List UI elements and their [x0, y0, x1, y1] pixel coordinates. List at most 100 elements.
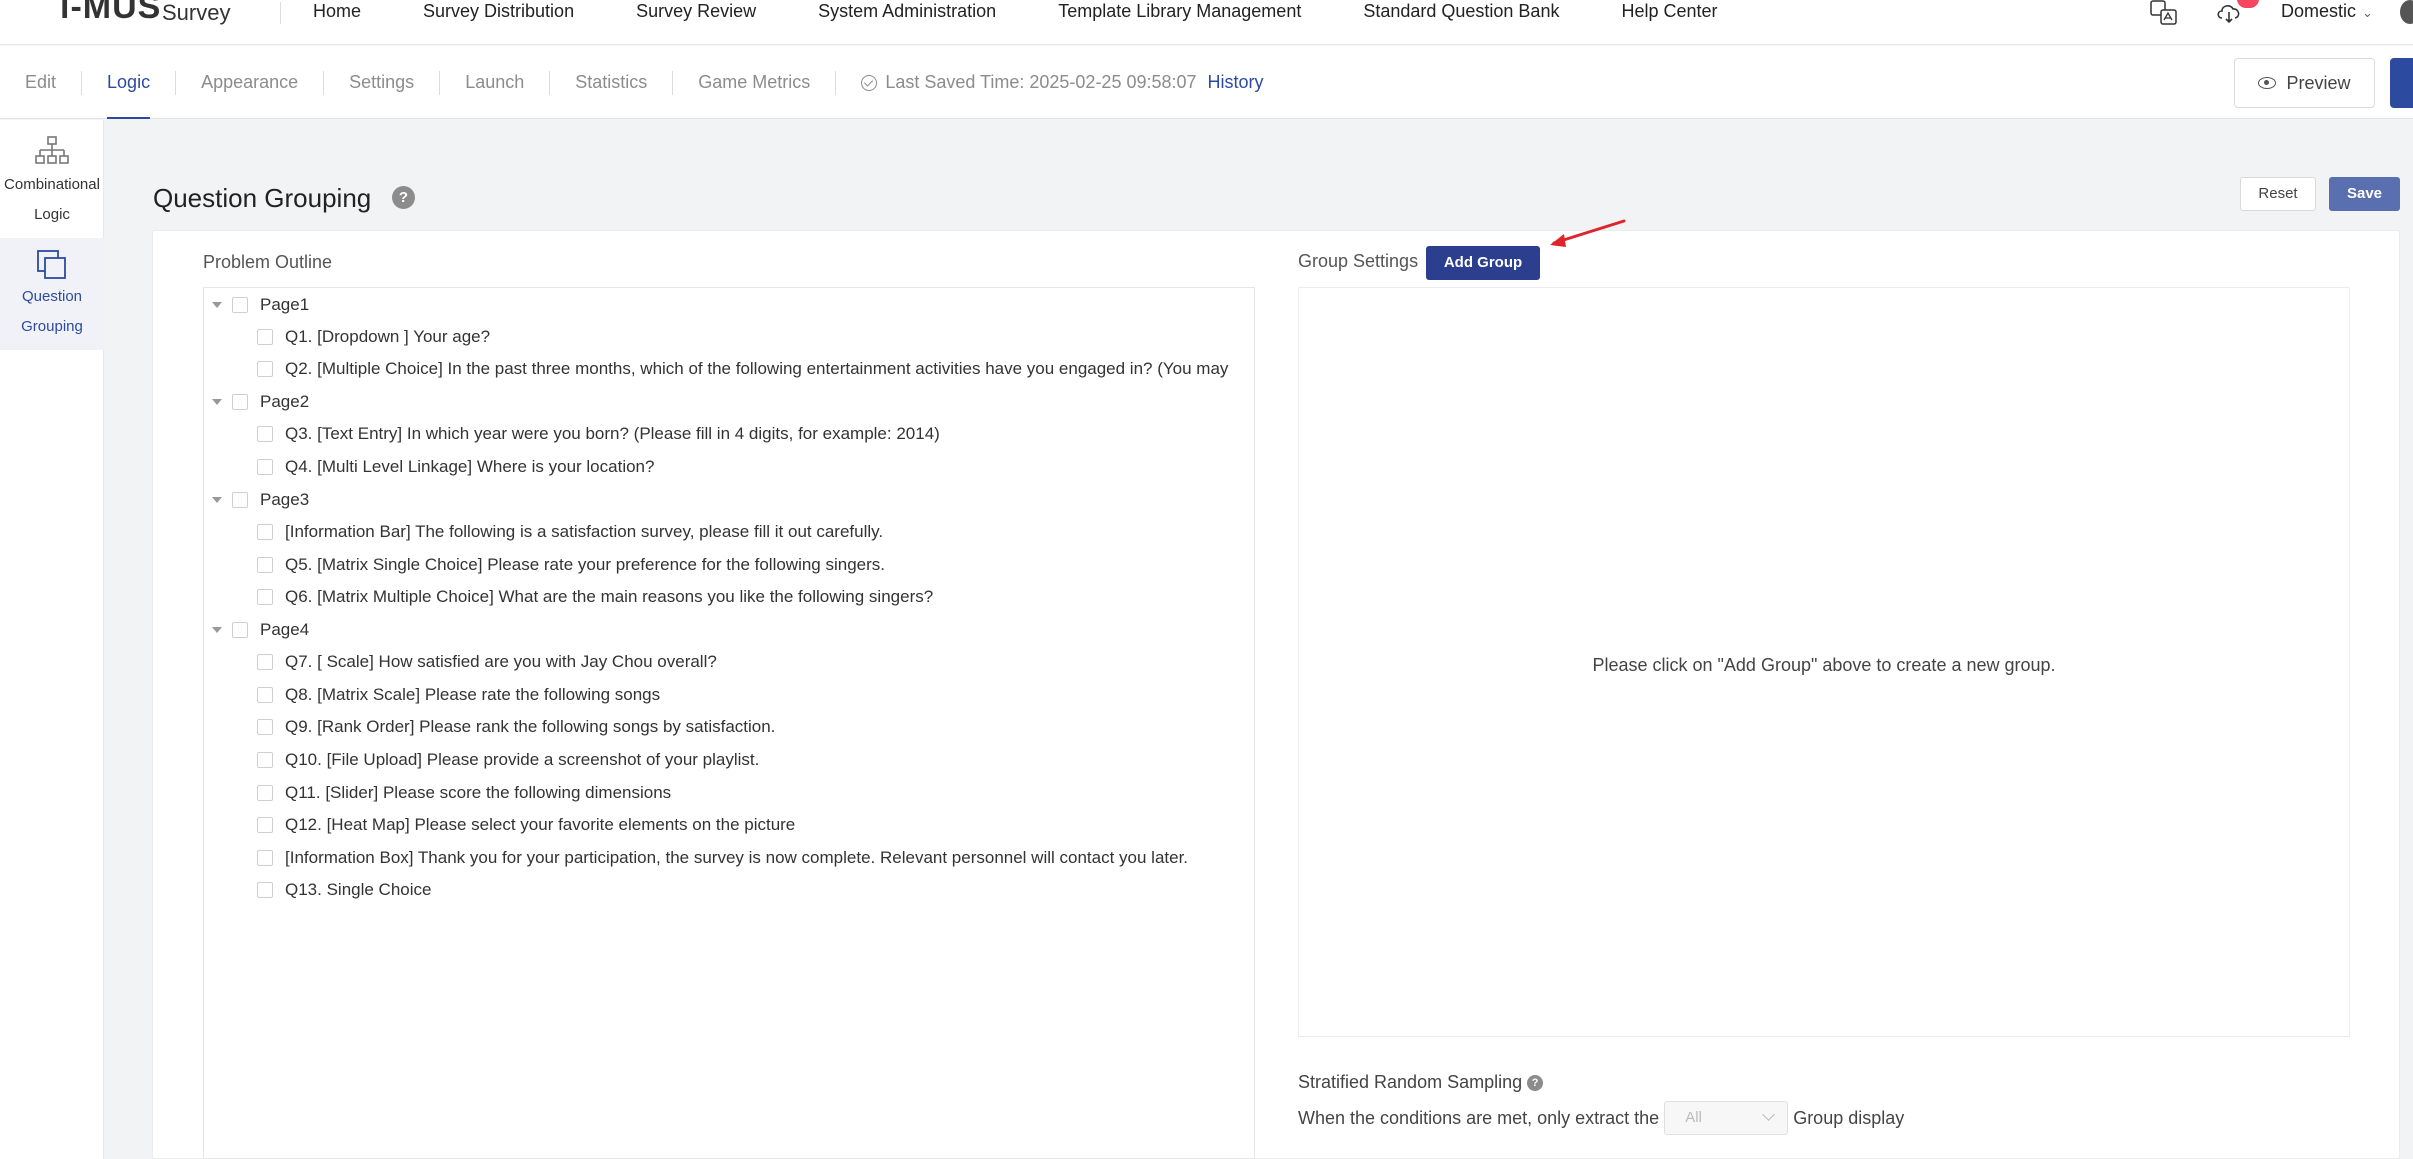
logo-text: i-MUS	[60, 0, 162, 26]
publish-button[interactable]	[2390, 58, 2413, 108]
question-label: Q11. [Slider] Please score the following…	[285, 783, 672, 802]
tree-page-node[interactable]: Page4	[212, 614, 309, 646]
question-checkbox[interactable]	[257, 557, 273, 573]
sidebar-label-line1: Combinational	[4, 176, 100, 193]
page-checkbox[interactable]	[232, 297, 248, 313]
empty-state-message: Please click on "Add Group" above to cre…	[1592, 655, 2056, 675]
tree-question-node[interactable]: Q13. Single Choice	[257, 874, 431, 906]
question-checkbox[interactable]	[257, 850, 273, 866]
caret-down-icon[interactable]	[212, 399, 222, 405]
nav-home[interactable]: Home	[313, 1, 361, 22]
question-checkbox[interactable]	[257, 817, 273, 833]
editor-tabs: Edit Logic Appearance Settings Launch St…	[0, 46, 1264, 119]
question-label: Q13. Single Choice	[285, 880, 432, 899]
nav-system-administration[interactable]: System Administration	[818, 1, 996, 22]
caret-down-icon[interactable]	[212, 497, 222, 503]
nav-divider	[280, 2, 281, 24]
caret-down-icon[interactable]	[212, 302, 222, 308]
question-checkbox[interactable]	[257, 687, 273, 703]
chevron-down-icon: ⌄	[2362, 5, 2373, 20]
question-checkbox[interactable]	[257, 426, 273, 442]
question-checkbox[interactable]	[257, 589, 273, 605]
question-label: Q3. [Text Entry] In which year were you …	[285, 424, 940, 443]
tree-question-node[interactable]: Q2. [Multiple Choice] In the past three …	[257, 353, 1228, 385]
caret-down-icon[interactable]	[212, 627, 222, 633]
question-label: Q12. [Heat Map] Please select your favor…	[285, 815, 796, 834]
stratified-sampling-label: Stratified Random Sampling ?	[1298, 1072, 1544, 1093]
page-title: Page3	[260, 490, 310, 509]
region-label: Domestic	[2281, 1, 2357, 21]
save-button[interactable]: Save	[2329, 177, 2400, 211]
sidebar-item-combinational-logic[interactable]: Combinational Logic	[0, 132, 104, 238]
chevron-down-icon	[1762, 1108, 1776, 1121]
page-checkbox[interactable]	[232, 492, 248, 508]
add-group-button[interactable]: Add Group	[1426, 246, 1540, 280]
tree-question-node[interactable]: Q1. [Dropdown ] Your age?	[257, 321, 490, 353]
condition-suffix: Group display	[1793, 1107, 1905, 1128]
question-checkbox[interactable]	[257, 524, 273, 540]
tree-question-node[interactable]: [Information Bar] The following is a sat…	[257, 516, 883, 548]
help-icon[interactable]: ?	[392, 186, 415, 209]
tree-question-node[interactable]: [Information Box] Thank you for your par…	[257, 842, 1188, 874]
tree-question-node[interactable]: Q12. [Heat Map] Please select your favor…	[257, 809, 795, 841]
page-checkbox[interactable]	[232, 394, 248, 410]
question-checkbox[interactable]	[257, 361, 273, 377]
sidebar-item-question-grouping[interactable]: Question Grouping	[0, 238, 104, 350]
question-checkbox[interactable]	[257, 719, 273, 735]
question-label: Q4. [Multi Level Linkage] Where is your …	[285, 457, 655, 476]
tree-question-node[interactable]: Q5. [Matrix Single Choice] Please rate y…	[257, 549, 885, 581]
nav-standard-question-bank[interactable]: Standard Question Bank	[1363, 1, 1559, 22]
tab-launch[interactable]: Launch	[440, 46, 549, 119]
problem-outline-label: Problem Outline	[203, 252, 333, 272]
page-checkbox[interactable]	[232, 622, 248, 638]
nav-help-center[interactable]: Help Center	[1621, 1, 1717, 22]
translate-icon[interactable]	[2149, 0, 2179, 26]
tree-question-node[interactable]: Q9. [Rank Order] Please rank the followi…	[257, 711, 775, 743]
tree-question-node[interactable]: Q11. [Slider] Please score the following…	[257, 777, 671, 809]
nav-survey-review[interactable]: Survey Review	[636, 1, 756, 22]
tree-question-node[interactable]: Q3. [Text Entry] In which year were you …	[257, 418, 940, 450]
group-list-area: Please click on "Add Group" above to cre…	[1298, 287, 2350, 1037]
page-title: Question Grouping	[153, 183, 372, 213]
sidebar-label-line2: Logic	[34, 206, 70, 223]
tree-question-node[interactable]: Q8. [Matrix Scale] Please rate the follo…	[257, 679, 660, 711]
main-nav: Home Survey Distribution Survey Review S…	[313, 1, 1780, 22]
check-circle-icon	[861, 74, 878, 91]
question-checkbox[interactable]	[257, 329, 273, 345]
question-checkbox[interactable]	[257, 459, 273, 475]
question-checkbox[interactable]	[257, 882, 273, 898]
last-saved-status: Last Saved Time: 2025-02-25 09:58:07 His…	[836, 72, 1264, 93]
last-saved-text: Last Saved Time: 2025-02-25 09:58:07	[885, 72, 1197, 92]
tab-edit[interactable]: Edit	[0, 46, 81, 119]
page-title: Page2	[260, 392, 310, 411]
tab-settings[interactable]: Settings	[324, 46, 439, 119]
tab-game-metrics[interactable]: Game Metrics	[673, 46, 835, 119]
tab-logic[interactable]: Logic	[82, 46, 175, 119]
tree-question-node[interactable]: Q4. [Multi Level Linkage] Where is your …	[257, 451, 654, 483]
group-count-select[interactable]: All	[1664, 1101, 1789, 1135]
help-icon[interactable]: ?	[1527, 1074, 1544, 1091]
nav-survey-distribution[interactable]: Survey Distribution	[423, 1, 574, 22]
region-selector[interactable]: Domestic ⌄	[2281, 1, 2373, 22]
question-checkbox[interactable]	[257, 654, 273, 670]
tree-question-node[interactable]: Q10. [File Upload] Please provide a scre…	[257, 744, 759, 776]
question-checkbox[interactable]	[257, 752, 273, 768]
question-checkbox[interactable]	[257, 785, 273, 801]
tree-question-node[interactable]: Q7. [ Scale] How satisfied are you with …	[257, 646, 717, 678]
reset-button[interactable]: Reset	[2240, 177, 2316, 211]
group-settings-label: Group Settings	[1298, 251, 1419, 271]
nav-template-library[interactable]: Template Library Management	[1058, 1, 1301, 22]
tree-page-node[interactable]: Page3	[212, 484, 309, 516]
user-avatar[interactable]	[2400, 0, 2413, 24]
preview-button[interactable]: Preview	[2234, 58, 2375, 108]
tree-page-node[interactable]: Page1	[212, 289, 309, 321]
tree-question-node[interactable]: Q6. [Matrix Multiple Choice] What are th…	[257, 581, 933, 613]
select-value: All	[1685, 1109, 1702, 1126]
tab-statistics[interactable]: Statistics	[550, 46, 672, 119]
app-logo[interactable]: i-MUS	[60, 0, 161, 27]
tab-appearance[interactable]: Appearance	[176, 46, 323, 119]
history-link[interactable]: History	[1208, 72, 1264, 93]
tree-page-node[interactable]: Page2	[212, 386, 309, 418]
page-title: Page4	[260, 620, 310, 639]
layers-icon	[37, 250, 66, 279]
